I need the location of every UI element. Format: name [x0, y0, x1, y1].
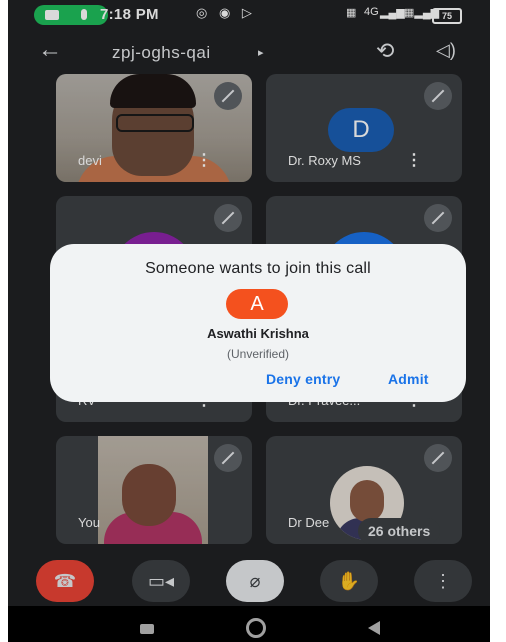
join-request-dialog: Someone wants to join this call A Aswath…	[50, 244, 466, 402]
requester-name: Aswathi Krishna	[207, 326, 309, 341]
deny-entry-button[interactable]: Deny entry	[266, 371, 340, 387]
meet-call-screen: 7:18 PM ◎ ◉ ▷ ▦ 4G ▂▄▆ ▦▂▄▆ 75 ← zpj-ogh…	[8, 0, 490, 642]
requester-status: (Unverified)	[226, 347, 289, 361]
requester-avatar: A	[226, 289, 288, 319]
dialog-title: Someone wants to join this call	[145, 260, 371, 277]
admit-button[interactable]: Admit	[388, 371, 429, 387]
